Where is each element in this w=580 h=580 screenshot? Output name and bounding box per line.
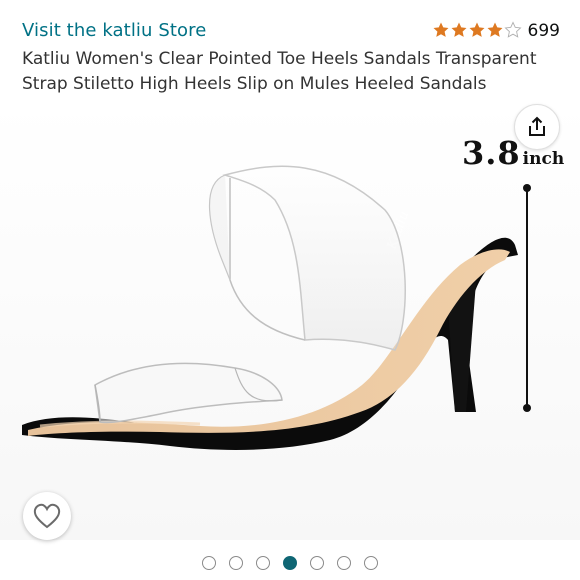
- store-link[interactable]: Visit the katliu Store: [22, 20, 206, 41]
- product-header: Visit the katliu Store 699 Katliu Women'…: [0, 0, 580, 100]
- carousel-dot[interactable]: [364, 556, 378, 570]
- image-carousel-dots: [0, 554, 580, 572]
- heel-height-unit: inch: [522, 149, 565, 169]
- carousel-dot[interactable]: [337, 556, 351, 570]
- heart-icon: [33, 503, 61, 529]
- star-icon: [469, 22, 485, 37]
- carousel-dot[interactable]: [256, 556, 270, 570]
- carousel-dot[interactable]: [229, 556, 243, 570]
- carousel-dot-active[interactable]: [283, 556, 297, 570]
- rating[interactable]: 699: [432, 20, 560, 42]
- star-icon: [451, 22, 467, 37]
- rating-count: 699: [527, 21, 560, 41]
- star-rating: [432, 21, 522, 41]
- heel-height-label: 3.8 inch: [462, 134, 564, 172]
- carousel-dot[interactable]: [310, 556, 324, 570]
- heel-height-value: 3.8: [462, 134, 521, 172]
- star-empty-icon: [504, 21, 522, 38]
- carousel-dot[interactable]: [202, 556, 216, 570]
- product-title: Katliu Women's Clear Pointed Toe Heels S…: [22, 49, 537, 94]
- star-icon: [433, 22, 449, 37]
- star-icon: [487, 22, 503, 37]
- wishlist-button[interactable]: [23, 492, 71, 540]
